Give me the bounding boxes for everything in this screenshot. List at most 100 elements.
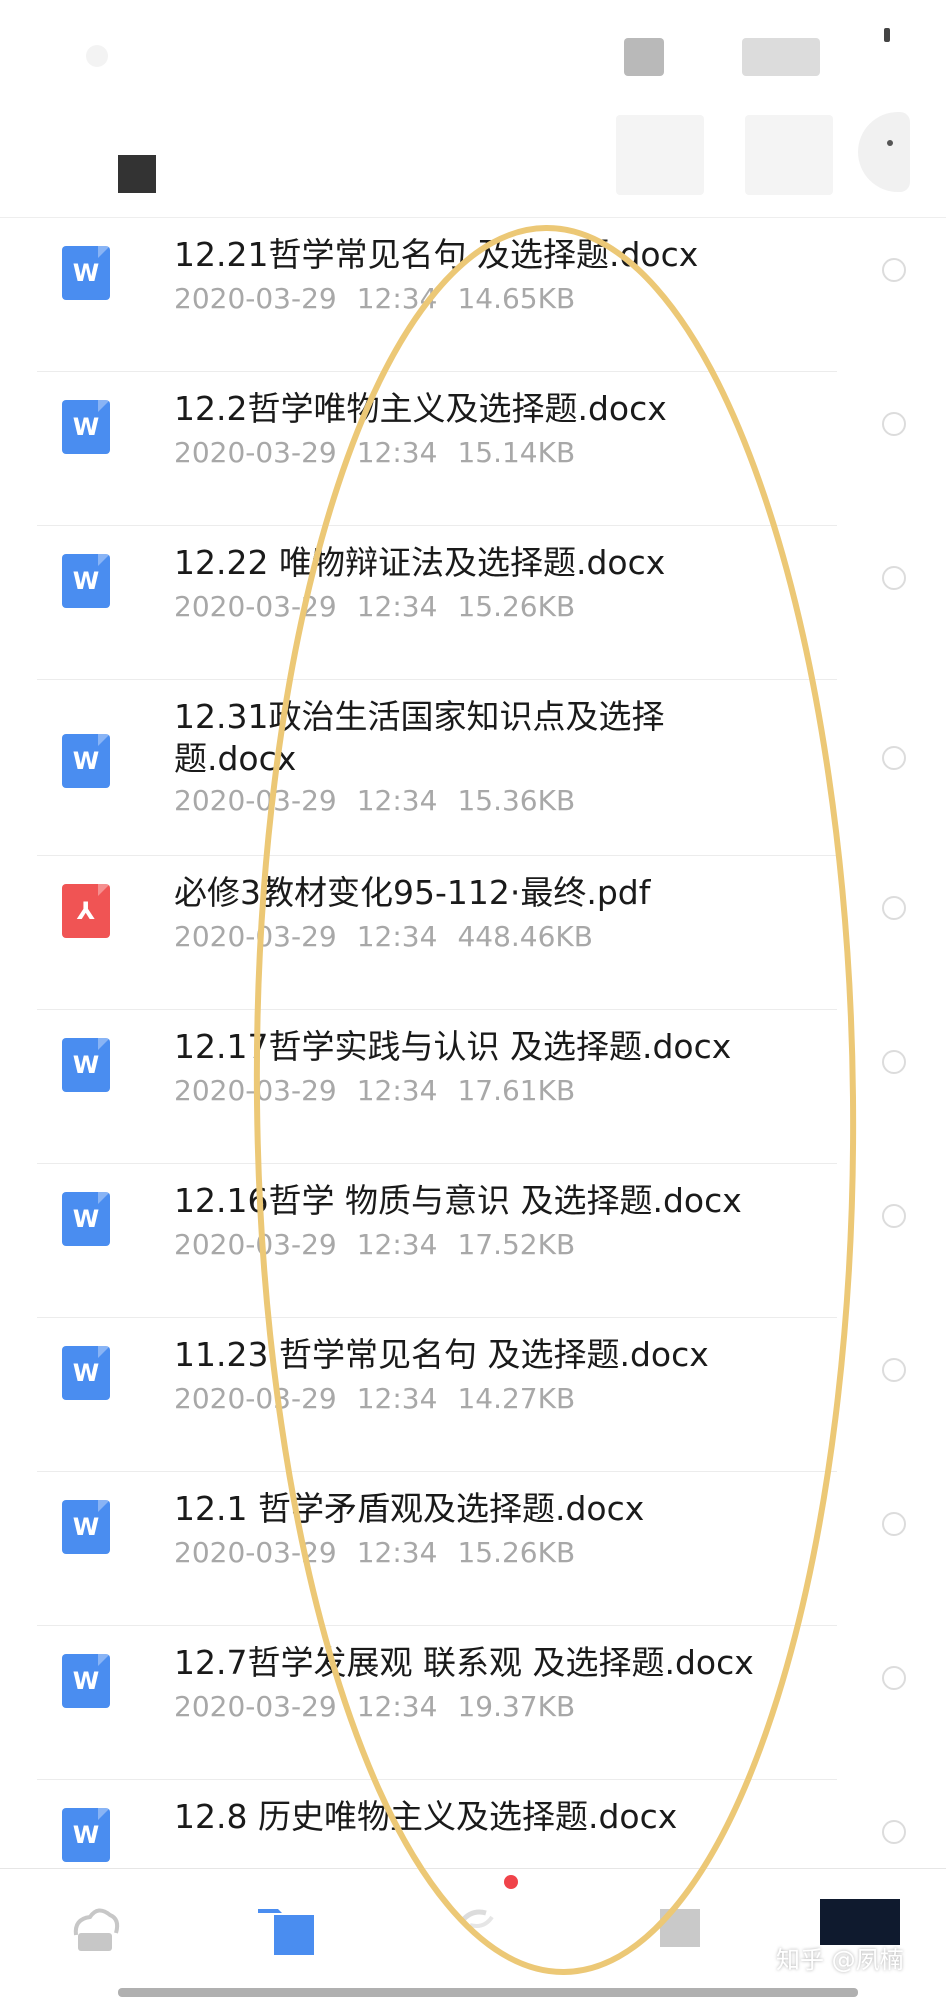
file-name: 12.7哲学发展观 联系观 及选择题.docx [174, 1643, 754, 1682]
file-size: 15.26KB [457, 590, 576, 623]
file-row[interactable]: W 12.16哲学 物质与意识 及选择题.docx 2020-03-29 12:34 1… [0, 1164, 946, 1318]
file-size: 19.37KB [457, 1690, 576, 1723]
file-date: 2020-03-29 [174, 1074, 337, 1107]
file-meta: 2020-03-29 12:34 14.27KB [174, 1382, 595, 1416]
file-meta: 2020-03-29 12:34 17.61KB [174, 1074, 595, 1108]
file-size: 17.61KB [457, 1074, 576, 1107]
bottom-tab-bar [0, 1868, 946, 1997]
file-date: 2020-03-29 [174, 282, 337, 315]
word-file-icon: W [62, 1192, 110, 1246]
more-icon[interactable] [858, 112, 910, 192]
file-name: 12.22 唯物辩证法及选择题.docx [174, 543, 666, 582]
word-file-icon: W [62, 554, 110, 608]
word-file-icon: W [62, 1346, 110, 1400]
file-row[interactable]: W 12.2哲学唯物主义及选择题.docx 2020-03-29 12:34 15.14… [0, 372, 946, 526]
home-indicator [118, 1988, 858, 1997]
file-name: 12.17哲学实践与认识 及选择题.docx [174, 1027, 732, 1066]
word-file-icon: W [62, 1038, 110, 1092]
file-meta: 2020-03-29 12:34 448.46KB [174, 920, 613, 954]
file-date: 2020-03-29 [174, 920, 337, 953]
select-radio[interactable] [882, 412, 906, 436]
file-size: 15.36KB [457, 784, 576, 817]
file-time: 12:34 [356, 784, 438, 817]
file-row[interactable]: W 12.22 唯物辩证法及选择题.docx 2020-03-29 12:34 15.2… [0, 526, 946, 680]
search-icon[interactable] [616, 115, 704, 195]
select-radio[interactable] [882, 896, 906, 920]
file-date: 2020-03-29 [174, 1382, 337, 1415]
file-time: 12:34 [356, 590, 438, 623]
file-date: 2020-03-29 [174, 590, 337, 623]
file-time: 12:34 [356, 1382, 438, 1415]
more-dot [887, 140, 893, 146]
file-date: 2020-03-29 [174, 1536, 337, 1569]
file-time: 12:34 [356, 1536, 438, 1569]
word-file-icon: W [62, 1500, 110, 1554]
file-meta [174, 1844, 234, 1868]
file-name: 12.31政治生活国家知识点及选择题.docx [174, 697, 665, 778]
file-row[interactable]: ⅄ 必修3教材变化95-112·最终.pdf 2020-03-29 12:34 448.… [0, 856, 946, 1010]
select-radio[interactable] [882, 1666, 906, 1690]
file-size: 17.52KB [457, 1228, 576, 1261]
word-file-icon: W [62, 1654, 110, 1708]
file-time: 12:34 [356, 1228, 438, 1261]
file-size: 448.46KB [457, 920, 593, 953]
file-row[interactable]: W 12.8 历史唯物主义及选择题.docx [0, 1780, 946, 1868]
word-file-icon: W [62, 734, 110, 788]
select-radio[interactable] [882, 1820, 906, 1844]
cloud-icon [73, 1908, 120, 1951]
select-radio[interactable] [882, 566, 906, 590]
select-radio[interactable] [882, 746, 906, 770]
file-time: 12:34 [356, 436, 438, 469]
file-name: 12.21哲学常见名句 及选择题.docx [174, 235, 699, 274]
file-date: 2020-03-29 [174, 436, 337, 469]
share-icon [660, 1909, 700, 1947]
select-radio[interactable] [882, 1512, 906, 1536]
file-name: 11.23 哲学常见名句 及选择题.docx [174, 1335, 709, 1374]
file-time: 12:34 [356, 920, 438, 953]
status-indicator [86, 45, 108, 67]
file-meta: 2020-03-29 12:34 15.26KB [174, 590, 595, 624]
file-date: 2020-03-29 [174, 784, 337, 817]
file-row[interactable]: W 12.21哲学常见名句 及选择题.docx 2020-03-29 12:34 14.… [0, 218, 946, 372]
header [0, 0, 946, 218]
tab-share[interactable] [660, 1899, 720, 1959]
file-meta: 2020-03-29 12:34 19.37KB [174, 1690, 595, 1724]
file-size: 14.27KB [457, 1382, 576, 1415]
word-file-icon: W [62, 1808, 110, 1862]
file-size: 15.14KB [457, 436, 576, 469]
select-radio[interactable] [882, 1204, 906, 1228]
pdf-file-icon: ⅄ [62, 884, 110, 938]
transfer-icon [460, 1909, 494, 1928]
file-name: 12.16哲学 物质与意识 及选择题.docx [174, 1181, 742, 1220]
file-row[interactable]: W 12.7哲学发展观 联系观 及选择题.docx 2020-03-29 12:34 1… [0, 1626, 946, 1780]
tab-cloud[interactable] [64, 1899, 124, 1959]
file-name: 12.1 哲学矛盾观及选择题.docx [174, 1489, 645, 1528]
file-row[interactable]: W 12.17哲学实践与认识 及选择题.docx 2020-03-29 12:34 17… [0, 1010, 946, 1164]
select-radio[interactable] [882, 1050, 906, 1074]
signal-icon [624, 38, 664, 76]
file-meta: 2020-03-29 12:34 15.36KB [174, 784, 595, 818]
file-row[interactable]: W 12.1 哲学矛盾观及选择题.docx 2020-03-29 12:34 15.26… [0, 1472, 946, 1626]
file-name: 12.8 历史唯物主义及选择题.docx [174, 1797, 678, 1836]
status-tick [884, 28, 890, 42]
file-name: 12.2哲学唯物主义及选择题.docx [174, 389, 667, 428]
file-meta: 2020-03-29 12:34 15.14KB [174, 436, 595, 470]
tab-files[interactable] [256, 1899, 316, 1959]
tab-transfer[interactable] [448, 1899, 508, 1959]
select-radio[interactable] [882, 1358, 906, 1382]
file-name: 必修3教材变化95-112·最终.pdf [174, 873, 651, 912]
file-meta: 2020-03-29 12:34 17.52KB [174, 1228, 595, 1262]
file-size: 15.26KB [457, 1536, 576, 1569]
files-icon [258, 1909, 314, 1955]
file-meta: 2020-03-29 12:34 14.65KB [174, 282, 595, 316]
back-icon[interactable] [118, 155, 156, 193]
watermark: 知乎 @夙楠 [776, 1946, 904, 1974]
file-size: 14.65KB [457, 282, 576, 315]
file-list[interactable]: W 12.21哲学常见名句 及选择题.docx 2020-03-29 12:34 14.… [0, 218, 946, 1868]
select-radio[interactable] [882, 258, 906, 282]
file-row[interactable]: W 11.23 哲学常见名句 及选择题.docx 2020-03-29 12:34 14… [0, 1318, 946, 1472]
file-time: 12:34 [356, 1690, 438, 1723]
sort-icon[interactable] [745, 115, 833, 195]
app-window: W 12.21哲学常见名句 及选择题.docx 2020-03-29 12:34 14.… [0, 0, 946, 1997]
file-row[interactable]: W 12.31政治生活国家知识点及选择题.docx 2020-03-29 12:34 1… [0, 680, 946, 856]
